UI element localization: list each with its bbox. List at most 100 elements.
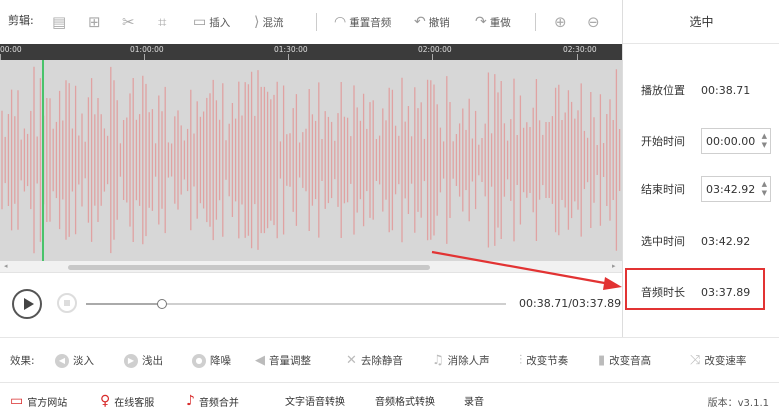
tempo-icon: ⫶ bbox=[519, 353, 523, 368]
start-time-stepper[interactable]: 00:00.00 ▲ ▼ bbox=[701, 128, 771, 154]
mute-icon: ✕ bbox=[346, 353, 357, 368]
insert-button[interactable]: ▭ 插入 bbox=[193, 12, 230, 32]
reset-audio-label: 重置音频 bbox=[349, 16, 392, 29]
change-pitch-button[interactable]: ▮ 改变音高 bbox=[598, 353, 651, 368]
selected-time-value: 03:42.92 bbox=[701, 234, 751, 248]
version-label: 版本：v3.1.1 bbox=[707, 398, 769, 409]
redo-button[interactable]: ↷ 重做 bbox=[475, 12, 511, 32]
online-support-link[interactable]: ♀ 在线客服 bbox=[100, 393, 154, 409]
play-position-row: 播放位置 00:38.71 bbox=[641, 82, 750, 98]
text-to-speech-label: 文字语音转换 bbox=[285, 397, 345, 408]
change-tempo-label: 改变节奏 bbox=[526, 355, 569, 367]
playhead[interactable] bbox=[42, 60, 44, 261]
horizontal-scrollbar[interactable]: ◂ ▸ bbox=[0, 261, 622, 273]
start-time-row: 开始时间 00:00.00 ▲ ▼ bbox=[641, 128, 771, 154]
end-time-row: 结束时间 03:42.92 ▲ ▼ bbox=[641, 176, 771, 202]
timeline-ruler[interactable]: 00:00 01:00:00 01:30:00 02:00:00 02:30:0… bbox=[0, 44, 622, 60]
text-to-speech-link[interactable]: 文字语音转换 bbox=[285, 393, 345, 408]
mix-label: 混流 bbox=[262, 16, 284, 29]
timeline-tick-label: 01:30:00 bbox=[274, 45, 308, 54]
cut-icon[interactable]: ✂ bbox=[122, 12, 135, 32]
change-speed-label: 改变速率 bbox=[704, 355, 747, 367]
crop-icon[interactable]: ⌗ bbox=[158, 12, 166, 32]
zoom-out-icon[interactable]: ⊖ bbox=[587, 12, 600, 32]
bottom-bar: ▭ 官方网站 ♀ 在线客服 ♪ 音频合并 文字语音转换 音频格式转换 录音 版本：v3… bbox=[0, 382, 779, 416]
fade-out-icon: ▶ bbox=[124, 353, 138, 368]
effects-bar: 效果: ◀ 淡入 ▶ 浅出 ● 降噪 ◀ 音量调整 ✕ 去除静音 ♫ 消除人声 ⫶ 改变节奏 … bbox=[0, 337, 779, 382]
play-button[interactable] bbox=[12, 289, 42, 319]
toolbar-divider bbox=[316, 13, 317, 31]
user-icon: ♀ bbox=[100, 393, 111, 409]
timeline-tick-label: 01:00:00 bbox=[130, 45, 164, 54]
insert-icon: ▭ bbox=[193, 14, 207, 30]
decrement-icon[interactable]: ▼ bbox=[762, 189, 767, 198]
waveform bbox=[1, 66, 621, 254]
duration-highlight-box bbox=[625, 268, 765, 310]
play-position-value: 00:38.71 bbox=[701, 83, 751, 97]
audio-merge-link[interactable]: ♪ 音频合并 bbox=[186, 393, 239, 409]
reset-audio-button[interactable]: ◠ 重置音频 bbox=[334, 12, 391, 32]
headphones-icon: ◠ bbox=[334, 14, 347, 30]
waveform-area[interactable] bbox=[0, 60, 622, 261]
mix-button[interactable]: ⟩ 混流 bbox=[254, 12, 283, 32]
denoise-icon: ● bbox=[192, 353, 206, 368]
merge-icon: ♪ bbox=[186, 393, 195, 409]
mix-icon: ⟩ bbox=[254, 14, 260, 30]
pitch-icon: ▮ bbox=[598, 353, 606, 368]
scroll-right-icon[interactable]: ▸ bbox=[612, 262, 616, 270]
insert-label: 插入 bbox=[209, 16, 231, 29]
redo-label: 重做 bbox=[489, 16, 511, 29]
playback-progress[interactable] bbox=[86, 299, 506, 309]
official-site-link[interactable]: ▭ 官方网站 bbox=[10, 393, 67, 409]
change-tempo-button[interactable]: ⫶ 改变节奏 bbox=[519, 353, 568, 368]
increment-icon[interactable]: ▲ bbox=[762, 180, 767, 189]
increment-icon[interactable]: ▲ bbox=[762, 132, 767, 141]
speed-icon: ⤨ bbox=[690, 353, 701, 368]
fade-out-button[interactable]: ▶ 浅出 bbox=[124, 353, 163, 368]
fade-in-label: 淡入 bbox=[73, 355, 94, 367]
progress-fill bbox=[86, 303, 162, 305]
scrollbar-thumb[interactable] bbox=[68, 265, 430, 270]
denoise-label: 降噪 bbox=[210, 355, 231, 367]
end-time-value[interactable]: 03:42.92 bbox=[706, 183, 755, 196]
volume-adjust-button[interactable]: ◀ 音量调整 bbox=[255, 353, 311, 368]
start-time-label: 开始时间 bbox=[641, 135, 685, 148]
paste-icon[interactable]: ⊞ bbox=[88, 12, 101, 32]
zoom-in-icon[interactable]: ⊕ bbox=[554, 12, 567, 32]
start-time-value[interactable]: 00:00.00 bbox=[706, 135, 755, 148]
fade-in-button[interactable]: ◀ 淡入 bbox=[55, 353, 94, 368]
selected-time-row: 选中时间 03:42.92 bbox=[641, 233, 750, 249]
copy-icon[interactable]: ▤ bbox=[52, 12, 66, 32]
record-link[interactable]: 录音 bbox=[464, 393, 484, 408]
end-time-stepper[interactable]: 03:42.92 ▲ ▼ bbox=[701, 176, 771, 202]
undo-button[interactable]: ↶ 撤销 bbox=[414, 12, 450, 32]
redo-icon: ↷ bbox=[475, 14, 487, 30]
scroll-left-icon[interactable]: ◂ bbox=[4, 262, 8, 270]
end-time-label: 结束时间 bbox=[641, 183, 685, 196]
effects-label: 效果: bbox=[10, 355, 35, 367]
fade-out-label: 浅出 bbox=[142, 355, 163, 367]
format-convert-link[interactable]: 音频格式转换 bbox=[375, 393, 435, 408]
volume-icon: ◀ bbox=[255, 353, 265, 368]
change-pitch-label: 改变音高 bbox=[609, 355, 652, 367]
stop-button[interactable] bbox=[57, 293, 77, 313]
remove-silence-button[interactable]: ✕ 去除静音 bbox=[346, 353, 403, 368]
format-convert-label: 音频格式转换 bbox=[375, 397, 435, 408]
undo-label: 撤销 bbox=[428, 16, 450, 29]
time-readout: 00:38.71/03:37.89 bbox=[519, 297, 622, 310]
undo-icon: ↶ bbox=[414, 14, 426, 30]
toolbar-divider bbox=[535, 13, 536, 31]
timeline-tick-label: 00:00 bbox=[0, 45, 22, 54]
denoise-button[interactable]: ● 降噪 bbox=[192, 353, 231, 368]
record-label: 录音 bbox=[464, 397, 484, 408]
timeline-tick-label: 02:00:00 bbox=[418, 45, 452, 54]
fade-in-icon: ◀ bbox=[55, 353, 69, 368]
progress-knob[interactable] bbox=[156, 299, 167, 309]
official-site-label: 官方网站 bbox=[27, 397, 68, 409]
timeline-tick-label: 02:30:00 bbox=[563, 45, 597, 54]
decrement-icon[interactable]: ▼ bbox=[762, 141, 767, 150]
remove-silence-label: 去除静音 bbox=[360, 355, 403, 367]
remove-vocals-button[interactable]: ♫ 消除人声 bbox=[432, 353, 490, 368]
monitor-icon: ▭ bbox=[10, 393, 24, 409]
change-speed-button[interactable]: ⤨ 改变速率 bbox=[690, 353, 746, 368]
